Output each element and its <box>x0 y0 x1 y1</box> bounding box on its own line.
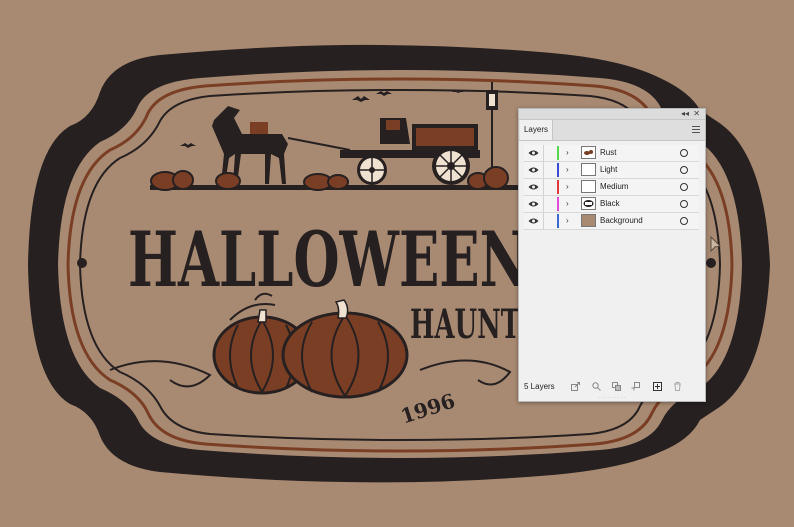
visibility-eye-icon[interactable] <box>528 149 539 157</box>
expand-chevron-icon[interactable]: › <box>566 163 569 177</box>
layer-row-rust[interactable]: › Rust <box>524 145 699 162</box>
layer-thumbnail <box>581 146 596 159</box>
expand-chevron-icon[interactable]: › <box>566 146 569 160</box>
layer-color-swatch <box>557 163 559 177</box>
panel-titlebar[interactable]: ◂◂ ✕ <box>519 109 705 120</box>
visibility-eye-icon[interactable] <box>528 200 539 208</box>
visibility-eye-icon[interactable] <box>528 183 539 191</box>
layer-target-icon[interactable] <box>680 200 688 208</box>
visibility-eye-icon[interactable] <box>528 166 539 174</box>
ornament-dot <box>706 258 716 268</box>
layer-row-medium[interactable]: › Medium <box>524 179 699 196</box>
layer-color-swatch <box>557 197 559 211</box>
panel-tabbar: Layers <box>519 120 705 141</box>
panel-menu-icon[interactable] <box>692 126 700 135</box>
layer-target-icon[interactable] <box>680 149 688 157</box>
expand-chevron-icon[interactable]: › <box>566 180 569 194</box>
layer-name[interactable]: Light <box>600 162 617 178</box>
release-icon[interactable] <box>631 382 640 391</box>
tab-layers[interactable]: Layers <box>520 120 553 140</box>
visibility-eye-icon[interactable] <box>528 217 539 225</box>
lock-column[interactable] <box>543 145 544 161</box>
layer-name[interactable]: Rust <box>600 145 616 161</box>
layer-thumbnail <box>581 163 596 176</box>
layers-list: › Rust › Light › Medium › Black › Backgr… <box>524 145 699 230</box>
lock-column[interactable] <box>543 179 544 195</box>
expand-chevron-icon[interactable]: › <box>566 197 569 211</box>
layers-panel[interactable]: ◂◂ ✕ Layers › Rust › Light › Medium › Bl… <box>518 108 706 402</box>
close-panel-icon[interactable]: ✕ <box>693 109 700 119</box>
lock-column[interactable] <box>543 162 544 178</box>
collect-icon[interactable] <box>612 382 621 391</box>
collapse-panel-icon[interactable]: ◂◂ <box>681 109 689 119</box>
layer-row-light[interactable]: › Light <box>524 162 699 179</box>
lock-column[interactable] <box>543 196 544 212</box>
title-main-text: HALLOWEEN <box>128 215 528 304</box>
layer-target-icon[interactable] <box>680 217 688 225</box>
trash-icon[interactable] <box>673 382 682 391</box>
layer-row-background[interactable]: › Background <box>524 213 699 230</box>
layer-color-swatch <box>557 180 559 194</box>
layer-name[interactable]: Medium <box>600 179 628 195</box>
layer-thumbnail <box>581 180 596 193</box>
title-sub-text: HAUNT <box>410 301 520 348</box>
layer-color-swatch <box>557 214 559 228</box>
layer-target-icon[interactable] <box>680 166 688 174</box>
resize-grip[interactable]: · · · · · · · · · <box>519 395 705 401</box>
panel-footer: 5 Layers <box>519 379 705 395</box>
new-layer-icon[interactable] <box>653 382 662 391</box>
layer-color-swatch <box>557 146 559 160</box>
export-icon[interactable] <box>571 382 580 391</box>
layer-count: 5 Layers <box>524 382 555 391</box>
search-icon[interactable] <box>592 382 601 391</box>
layer-thumbnail <box>581 214 596 227</box>
expand-chevron-icon[interactable]: › <box>566 214 569 228</box>
layer-name[interactable]: Background <box>600 213 643 229</box>
layer-name[interactable]: Black <box>600 196 620 212</box>
layer-row-black[interactable]: › Black <box>524 196 699 213</box>
lock-column[interactable] <box>543 213 544 229</box>
layer-thumbnail <box>581 197 596 210</box>
ornament-dot <box>77 258 87 268</box>
layer-target-icon[interactable] <box>680 183 688 191</box>
